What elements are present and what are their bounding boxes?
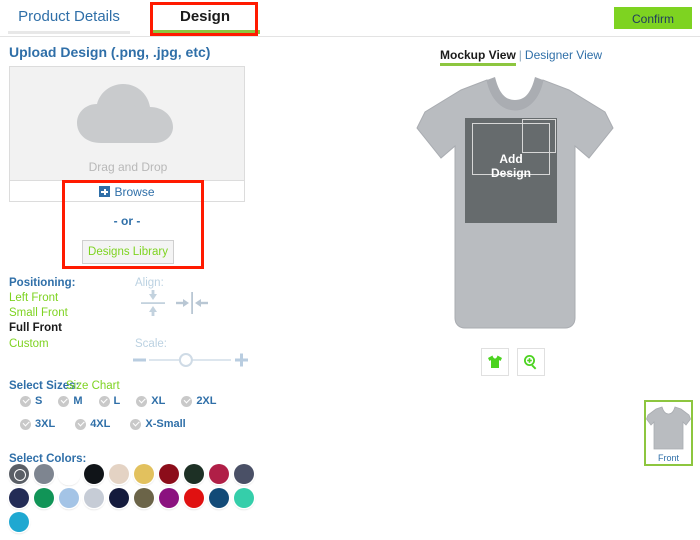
size-chart-link[interactable]: Size Chart [66,380,120,392]
check-icon [20,418,31,430]
scale-label: Scale: [135,338,167,350]
color-swatch-midnight-navy[interactable] [109,488,129,508]
size-row-2: 3XL 4XL X-Small [20,418,186,430]
color-swatch-navy[interactable] [9,488,29,508]
drag-and-drop-label: Drag and Drop [88,160,168,174]
tshirt-icon [488,355,502,368]
upload-dropzone[interactable]: Drag and Drop [9,66,245,181]
positioning-option-full-front[interactable]: Full Front [9,322,62,334]
size-checkbox-2xl[interactable]: 2XL [181,395,217,407]
main-tab-bar: Product Details Design Confirm [0,0,700,37]
scale-slider-handle [178,353,193,367]
color-swatch-dark-heather[interactable] [9,464,29,484]
check-icon [98,395,110,407]
scale-minus-icon [133,358,146,362]
color-swatch-mint[interactable] [234,488,254,508]
add-design-label: Add Design [465,152,557,180]
zoom-in-button[interactable] [517,348,545,376]
design-page: Product Details Design Confirm Upload De… [0,0,700,540]
scale-slider[interactable] [133,352,248,368]
size-checkbox-3xl[interactable]: 3XL [20,418,55,430]
size-label: 4XL [90,418,111,430]
size-label: M [73,395,83,407]
align-controls [138,288,218,318]
size-label: S [35,395,43,407]
preview-view-tabs: Mockup View | Designer View [440,48,602,66]
tab-designer-view[interactable]: Designer View [525,48,602,62]
color-swatch-natural[interactable] [109,464,129,484]
positioning-option-custom[interactable]: Custom [9,338,49,350]
size-checkbox-4xl[interactable]: 4XL [75,418,110,430]
upload-design-title: Upload Design (.png, .jpg, etc) [9,44,211,60]
preview-tool-buttons [481,348,545,376]
color-swatch-ash-grey[interactable] [84,488,104,508]
zoom-in-icon [524,355,537,370]
color-swatch-kelly-green[interactable] [34,488,54,508]
size-checkbox-s[interactable]: S [20,395,42,407]
add-design-line-1: Add [499,152,523,166]
browse-row[interactable]: Browse [9,181,245,202]
browse-label: Browse [114,184,155,199]
tab-product-details[interactable]: Product Details [8,4,130,34]
size-label: XL [151,395,166,407]
color-swatch-military-green[interactable] [134,488,154,508]
size-label: 2XL [196,395,217,407]
view-tab-separator: | [518,48,522,62]
color-swatch-cardinal[interactable] [209,464,229,484]
tab-mockup-view[interactable]: Mockup View [440,48,516,66]
check-icon [130,418,142,430]
check-icon [181,395,193,407]
add-design-line-2: Design [490,166,531,180]
size-label: 3XL [35,418,56,430]
color-swatch-forest-green[interactable] [184,464,204,484]
positioning-label: Positioning: [9,277,76,289]
color-swatch-black[interactable] [84,464,104,484]
color-swatch-slate-blue[interactable] [234,464,254,484]
color-swatch-light-blue[interactable] [59,488,79,508]
tab-design[interactable]: Design [150,4,260,34]
plus-box-icon [99,186,111,197]
color-swatch-indigo-blue[interactable] [209,488,229,508]
check-icon [58,395,70,407]
size-checkbox-x-small[interactable]: X-Small [130,418,186,430]
view-thumbnail-front[interactable]: Front [644,400,693,466]
size-checkbox-xl[interactable]: XL [136,395,165,407]
color-swatch-grid [9,464,269,532]
browse-button[interactable]: Browse [99,181,155,202]
size-checkbox-l[interactable]: L [98,395,121,407]
or-separator-label: - or - [113,214,141,228]
color-swatch-sport-grey[interactable] [34,464,54,484]
align-horizontal-center-icon [176,292,208,314]
color-swatch-purple[interactable] [159,488,179,508]
thumbnail-label: Front [657,453,679,463]
confirm-button[interactable]: Confirm [614,7,692,29]
align-vertical-center-icon [141,290,165,316]
size-label: L [113,395,121,407]
check-icon [75,418,87,430]
color-swatch-cyan[interactable] [9,512,29,532]
positioning-option-left-front[interactable]: Left Front [9,292,58,304]
size-row-1: S M L XL 2XL [20,395,217,407]
check-icon [136,395,148,407]
check-icon [20,395,31,407]
positioning-option-small-front[interactable]: Small Front [9,307,68,319]
size-checkbox-m[interactable]: M [58,395,83,407]
cloud-upload-icon [10,81,246,158]
color-swatch-red[interactable] [184,488,204,508]
color-swatch-gold[interactable] [134,464,154,484]
tshirt-style-button[interactable] [481,348,509,376]
design-bounds-outline-secondary [522,119,556,153]
color-swatch-white[interactable] [59,464,79,484]
designs-library-button[interactable]: Designs Library [82,240,174,264]
size-label: X-Small [145,418,186,430]
color-swatch-maroon[interactable] [159,464,179,484]
